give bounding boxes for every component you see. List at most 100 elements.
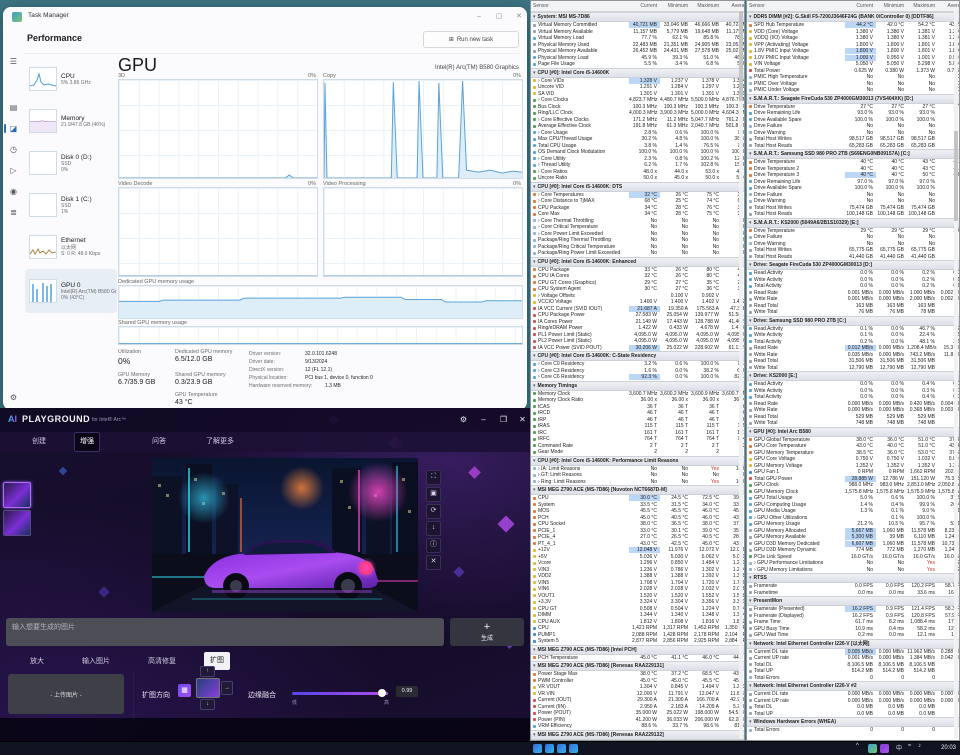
- sensor-row[interactable]: Drive Temperature29 °C29 °C29 °C29 °C: [747, 228, 959, 235]
- sensor-row[interactable]: Current UP rate0.001 MB/s0.000 MB/s1.384…: [747, 655, 959, 662]
- sensor-row[interactable]: PCH Temperature45.0 °C41.1 °C46.0 °C44.5…: [531, 655, 744, 662]
- sensor-row[interactable]: GPU D3D Memory Dedicated6,607 MB1,060 MB…: [747, 541, 959, 548]
- fullscreen-icon[interactable]: ⛶: [426, 470, 441, 485]
- sensor-row[interactable]: GPU Memory Usage21.2 %10.5 %95.7 %52.1 %: [747, 521, 959, 528]
- sensor-row[interactable]: › Core Temperatures32 °C26 °C75 °C33 °C: [531, 192, 744, 199]
- sensor-row[interactable]: › Core Clocks4,823.7 MHz4,480.7 MHz5,500…: [531, 97, 744, 104]
- sensor-row[interactable]: tRP46 T46 T46 T46 T: [531, 417, 744, 424]
- history-thumbnail[interactable]: [3, 482, 31, 508]
- sensor-row[interactable]: Current (IIN)2.950 A2.183 A14.209 A5.260…: [531, 704, 744, 711]
- sensor-row[interactable]: Write Total12,790 MB12,790 MB12,790 MB: [747, 365, 959, 372]
- sensor-row[interactable]: SA VID1.301 V1.301 V1.301 V1.301 V: [531, 91, 744, 98]
- sensor-row[interactable]: Write Activity0.1 %0.0 %22.4 %1.5 %: [747, 332, 959, 339]
- sensor-row[interactable]: PUMP12,088 RPM1,428 RPM2,178 RPM2,104 RP…: [531, 632, 744, 639]
- sensor-row[interactable]: Read Activity0.0 %0.0 %0.2 %0.0 %: [747, 270, 959, 277]
- hwinfo-tray-icon[interactable]: [557, 744, 566, 753]
- sensor-row[interactable]: Total Host Writes65,775 GB65,775 GB65,77…: [747, 247, 959, 254]
- sensor-row[interactable]: Total DL0.0 MB0.0 MB0.0 MB: [747, 704, 959, 711]
- sensor-row[interactable]: Write Rate0.035 MB/s0.000 MB/s743.2 MB/s…: [747, 352, 959, 359]
- expand-up-button[interactable]: ↑: [200, 666, 215, 677]
- sensor-row[interactable]: VPP (Activating) Voltage1.800 V1.800 V1.…: [747, 42, 959, 49]
- sensor-row[interactable]: Package/Ring Power Limit ExceededNoNoNo0…: [531, 250, 744, 257]
- sensor-group-header[interactable]: ▾RTSS: [747, 573, 959, 583]
- sensor-row[interactable]: Uncore VID1.291 V1.284 V1.297 V1.288 V: [531, 84, 744, 91]
- sensor-row[interactable]: Total Host Writes75,474 GB75,474 GB75,47…: [747, 205, 959, 212]
- startup-apps-icon[interactable]: ▷: [7, 164, 20, 177]
- sensor-row[interactable]: › Core VIDs1.328 V1.237 V1.378 V1.334 V: [531, 78, 744, 85]
- sensor-row[interactable]: tRC161 T161 T161 T161 T: [531, 430, 744, 437]
- sensor-row[interactable]: Current DL rate0.005 MB/s0.000 MB/s11.96…: [747, 649, 959, 656]
- sensor-row[interactable]: Drive Remaining Life93.0 %93.0 %93.0 %: [747, 110, 959, 117]
- sensor-group-header[interactable]: ▾MSI MEG Z790 ACE (MS-7D86) [Nuvoton NCT…: [531, 485, 744, 495]
- sensor-row[interactable]: Total Host Writes98,517 GB98,517 GB98,51…: [747, 136, 959, 143]
- sensor-row[interactable]: CPU AUX1.812 V1.808 V1.816 V1.812 V: [531, 619, 744, 626]
- sensor-row[interactable]: IA VCC Power (SVID POUT)30.206 W25.022 W…: [531, 345, 744, 352]
- sensor-row[interactable]: Read Rate0.000 MB/s0.000 MB/s0.420 MB/s0…: [747, 401, 959, 408]
- details-icon[interactable]: ≣: [7, 206, 20, 219]
- network-icon[interactable]: ≈: [908, 743, 911, 749]
- sensor-row[interactable]: CPU GT Cores (Graphics)29 °C27 °C35 °C29…: [531, 280, 744, 287]
- sensor-group-header[interactable]: ▾Windows Hardware Errors (WHEA): [747, 717, 959, 727]
- sensor-row[interactable]: Average Effective Clock191.8 MHz61.3 MHz…: [531, 123, 744, 130]
- sensor-row[interactable]: Total Host Reads65,283 GB65,283 GB65,283…: [747, 143, 959, 150]
- sensor-row[interactable]: › IA: Limit ReasonsNoNoYes100 %: [531, 466, 744, 473]
- sensor-row[interactable]: Read Rate0.012 MB/s0.000 MB/s1,208.4 MB/…: [747, 345, 959, 352]
- sensor-row[interactable]: Command Rate2 T2 T2 T2 T: [531, 443, 744, 450]
- sensor-row[interactable]: tCAS36 T36 T36 T36 T: [531, 404, 744, 411]
- sensor-group-header[interactable]: ▾PresentMon: [747, 596, 959, 606]
- sensor-row[interactable]: Memory Clock Ratio36.00 x36.00 x36.00 x3…: [531, 397, 744, 404]
- tm-maximize-button[interactable]: ▢: [491, 11, 507, 23]
- sensor-row[interactable]: VIN51.708 V1.704 V1.720 V1.716 V: [531, 580, 744, 587]
- sensor-row[interactable]: +3.3V3.324 V3.304 V3.356 V3.320 V: [531, 599, 744, 606]
- ai-close-button[interactable]: ✕: [515, 412, 530, 427]
- sensor-row[interactable]: Drive Temperature 340 °C40 °C50 °C48 °C: [747, 172, 959, 179]
- sensor-group-header[interactable]: ▾MSI MEG Z790 ACE (MS-7D86) [Renesas RAA…: [531, 730, 744, 740]
- sensor-row[interactable]: Drive Temperature 240 °C40 °C43 °C41 °C: [747, 166, 959, 173]
- sensor-group-header[interactable]: ▾CPU [#0]: Intel Core i5-14600K: C-State…: [531, 351, 744, 361]
- sensor-row[interactable]: › Core Critical TemperatureNoNoNo0 %: [531, 224, 744, 231]
- sensor-row[interactable]: Drive Temperature27 °C27 °C27 °C27 °C: [747, 104, 959, 111]
- tm-titlebar[interactable]: Task Manager – ▢ ✕: [3, 7, 527, 27]
- regenerate-icon[interactable]: ⟳: [426, 504, 441, 519]
- sensor-row[interactable]: Drive Remaining Life97.0 %97.0 %97.0 %: [747, 179, 959, 186]
- sensor-row[interactable]: CPU Package33 °C26 °C80 °C40 °C: [531, 267, 744, 274]
- sidebar-item-disk0[interactable]: Disk 0 (D:) SSD 0%: [25, 143, 117, 183]
- expand-down-button[interactable]: ↓: [200, 699, 215, 710]
- sensor-row[interactable]: Drive FailureNoNoNo: [747, 234, 959, 241]
- sidebar-item-memory[interactable]: Memory 21.9/47.8 GB (46%): [25, 101, 117, 141]
- sensor-row[interactable]: › Core Effective Clocks171.2 MHz11.2 MHz…: [531, 117, 744, 124]
- sensor-row[interactable]: VDDQ (I/O) Voltage1.380 V1.380 V1.381 V1…: [747, 35, 959, 42]
- sensor-group-header[interactable]: ▾CPU [#0]: Intel Core i5-14600K: Enhance…: [531, 257, 744, 267]
- ai-minimize-button[interactable]: –: [476, 412, 491, 427]
- sensor-group-header[interactable]: ▾S.M.A.R.T.: Samsung SSD 980 PRO 2TB (S6…: [747, 149, 959, 159]
- sensor-row[interactable]: › Thread Utility6.2 %1.7 %102.8 %15.9 %: [531, 162, 744, 169]
- sensor-row[interactable]: Drive FailureNoNoNo: [747, 123, 959, 130]
- tray-app-icon[interactable]: [880, 744, 889, 753]
- sensor-group-header[interactable]: ▾S.M.A.R.T.: KS2000 (5049A6/2B1S10329) […: [747, 218, 959, 228]
- sensor-row[interactable]: Total CPU Usage3.8 %1.4 %76.5 %7.3 %: [531, 143, 744, 150]
- sensor-row[interactable]: › GT: Limit ReasonsNoNoNo0 %: [531, 472, 744, 479]
- sensor-row[interactable]: Total Activity0.2 %0.0 %48.1 %2.6 %: [747, 339, 959, 346]
- sensor-group-header[interactable]: ▾MSI MEG Z790 ACE (MS-7D86) [Intel PCH]: [531, 645, 744, 655]
- users-icon[interactable]: ◉: [7, 185, 20, 198]
- sensor-row[interactable]: PT_4_143.0 °C42.5 °C45.0 °C43.5 °C: [531, 541, 744, 548]
- sensor-row[interactable]: Power (PIN)41.200 W36.033 W206.000 W62.2…: [531, 717, 744, 724]
- sensor-row[interactable]: › Core Utility2.3 %0.8 %100.2 %12.9 %: [531, 156, 744, 163]
- sensor-row[interactable]: GPU Core Temperature43.0 °C40.0 °C51.0 °…: [747, 443, 959, 450]
- sensor-row[interactable]: Page File Usage5.5 %3.4 %6.8 %5.0 %: [531, 61, 744, 68]
- sensor-row[interactable]: GPU Media Usage1.3 %0.1 %9.0 %1.1 %: [747, 508, 959, 515]
- sensor-row[interactable]: Ring/eDRAM Power1.422 W0.433 W4.678 W1.4…: [531, 325, 744, 332]
- sensor-row[interactable]: GPU Clock988.0 MHz983.0 MHz2,851.0 MHz2,…: [747, 482, 959, 489]
- sensor-row[interactable]: GPU Wait Time0.2 ms0.0 ms12.1 ms1.4 ms: [747, 632, 959, 639]
- sensor-row[interactable]: PMIC High TemperatureNoNoNo0 %: [747, 74, 959, 81]
- sensor-group-header[interactable]: ▾Drive: Samsung SSD 980 PRO 2TB [C:]: [747, 316, 959, 326]
- sensor-row[interactable]: Frame Time61.7 ms8.2 ms1,088.4 ms17.1 ms: [747, 619, 959, 626]
- sensor-row[interactable]: Total GPU Power28.885 W12.786 W151.120 W…: [747, 476, 959, 483]
- sensor-row[interactable]: › Core Thermal ThrottlingNoNoNo0 %: [531, 218, 744, 225]
- sensor-group-header[interactable]: ▾Network: Intel Ethernet Controller I226…: [747, 639, 959, 649]
- gpu-3d-chart[interactable]: [118, 79, 318, 179]
- sensor-row[interactable]: GPU D3D Memory Dynamic774 MB772 MB1,270 …: [747, 547, 959, 554]
- sensor-group-header[interactable]: ▾Drive: KS2000 [E:]: [747, 371, 959, 381]
- sensor-table-header[interactable]: Sensor Current Minimum Maximum Average: [531, 1, 744, 12]
- sensor-row[interactable]: Drive FailureNoNoNo: [747, 192, 959, 199]
